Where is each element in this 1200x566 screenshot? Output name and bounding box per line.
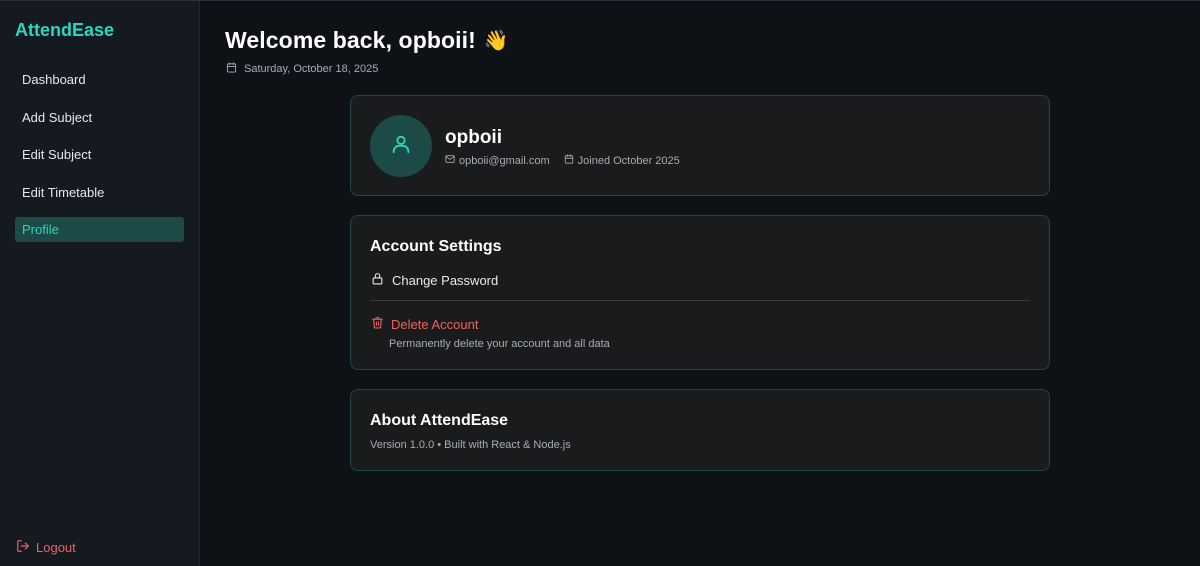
- delete-account-button[interactable]: Delete Account: [371, 316, 478, 332]
- about-title: About AttendEase: [370, 412, 509, 429]
- calendar-icon: [564, 154, 574, 167]
- lock-icon: [371, 272, 384, 288]
- divider: [370, 300, 1030, 301]
- sidebar-nav: Dashboard Add Subject Edit Subject Edit …: [15, 67, 184, 255]
- trash-icon: [371, 316, 384, 332]
- sidebar-item-edit-timetable[interactable]: Edit Timetable: [15, 180, 184, 205]
- sidebar-item-profile[interactable]: Profile: [15, 217, 184, 242]
- logout-button[interactable]: Logout: [16, 538, 76, 556]
- profile-email-text: opboii@gmail.com: [459, 154, 550, 167]
- version-text: Version 1.0.0 • Built with React & Node.…: [370, 439, 571, 451]
- delete-account-description: Permanently delete your account and all …: [389, 338, 610, 350]
- avatar: [370, 115, 432, 177]
- delete-account-label: Delete Account: [391, 316, 479, 332]
- user-icon: [390, 133, 412, 160]
- change-password-label: Change Password: [392, 272, 499, 288]
- welcome-header: Welcome back, opboii! 👋: [225, 27, 509, 54]
- sidebar: AttendEase Dashboard Add Subject Edit Su…: [0, 1, 200, 566]
- sidebar-item-add-subject[interactable]: Add Subject: [15, 105, 184, 130]
- change-password-button[interactable]: Change Password: [371, 272, 498, 288]
- account-settings-card: Account Settings Change Password Delete …: [350, 215, 1050, 370]
- profile-email: opboii@gmail.com: [445, 154, 550, 167]
- main-content: Welcome back, opboii! 👋 Saturday, Octobe…: [201, 1, 1200, 566]
- account-settings-title: Account Settings: [370, 238, 502, 255]
- profile-joined: Joined October 2025: [564, 154, 680, 167]
- brand-logo[interactable]: AttendEase: [15, 20, 114, 41]
- logout-icon: [16, 539, 30, 556]
- profile-card: opboii opboii@gmail.com Joined October 2…: [350, 95, 1050, 196]
- wave-emoji: 👋: [483, 29, 509, 52]
- sidebar-item-edit-subject[interactable]: Edit Subject: [15, 142, 184, 167]
- sidebar-item-dashboard[interactable]: Dashboard: [15, 67, 184, 92]
- page-title: Welcome back, opboii!: [225, 27, 476, 53]
- about-card: About AttendEase Version 1.0.0 • Built w…: [350, 389, 1050, 471]
- current-date: Saturday, October 18, 2025: [226, 62, 378, 76]
- logout-label: Logout: [36, 539, 76, 555]
- calendar-icon: [226, 62, 237, 76]
- app-root: AttendEase Dashboard Add Subject Edit Su…: [0, 0, 1200, 566]
- profile-name: opboii: [445, 127, 502, 148]
- profile-joined-text: Joined October 2025: [577, 154, 680, 167]
- mail-icon: [445, 154, 455, 167]
- profile-meta: opboii@gmail.com Joined October 2025: [445, 154, 680, 167]
- date-text: Saturday, October 18, 2025: [244, 63, 379, 75]
